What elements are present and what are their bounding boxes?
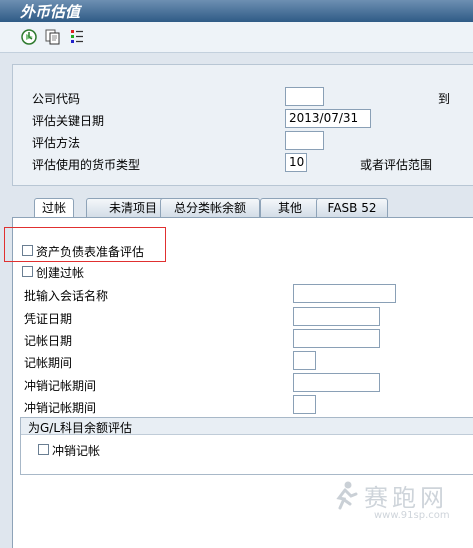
posting-period-input[interactable] (293, 351, 316, 370)
tab-fasb52[interactable]: FASB 52 (316, 198, 388, 217)
watermark: 赛跑网 www.91sp.com (330, 474, 470, 529)
selection-options-icon[interactable] (68, 28, 86, 46)
reversal-posting-period-label: 冲销记帐期间 (24, 401, 97, 415)
tab-posting[interactable]: 过帐 (34, 198, 74, 218)
batch-session-input[interactable] (293, 284, 396, 303)
tab-other[interactable]: 其他 (260, 198, 320, 217)
balance-sheet-prep-checkbox[interactable] (22, 245, 33, 256)
document-date-input[interactable] (293, 307, 380, 326)
batch-session-label: 批输入会话名称 (24, 289, 109, 303)
create-posting-checkbox[interactable] (22, 266, 33, 277)
document-date-label: 凭证日期 (24, 312, 73, 326)
create-posting-label: 创建过帐 (36, 266, 85, 280)
reversal-posting-label: 冲销记帐 (52, 444, 101, 458)
posting-date-label: 记帐日期 (24, 334, 73, 348)
company-code-label: 公司代码 (32, 92, 81, 106)
currency-type-input[interactable]: 10 (285, 153, 307, 172)
window-title: 外币估值 (20, 3, 81, 21)
copy-pages-icon[interactable] (44, 28, 62, 46)
reversal-posting-checkbox[interactable] (38, 444, 49, 455)
reversal-posting-date-label: 冲销记帐期间 (24, 379, 97, 393)
key-date-input[interactable]: 2013/07/31 (285, 109, 371, 128)
currency-type-label: 评估使用的货币类型 (32, 158, 141, 172)
tab-gl-balances[interactable]: 总分类帐余额 (160, 198, 260, 217)
key-date-label: 评估关键日期 (32, 114, 105, 128)
company-code-input[interactable] (285, 87, 324, 106)
execute-clock-icon[interactable] (20, 28, 38, 46)
posting-period-label: 记帐期间 (24, 356, 73, 370)
gl-group-title: 为G/L科目余额评估 (28, 421, 133, 435)
title-bar: 外币估值 (0, 0, 473, 22)
valuation-method-input[interactable] (285, 131, 324, 150)
reversal-posting-period-input[interactable] (293, 395, 316, 414)
application-toolbar (0, 22, 473, 53)
company-code-to-label: 到 (438, 92, 451, 106)
reversal-posting-date-input[interactable] (293, 373, 380, 392)
watermark-text: 赛跑网 (364, 484, 448, 512)
valuation-method-label: 评估方法 (32, 136, 81, 150)
posting-date-input[interactable] (293, 329, 380, 348)
watermark-url: www.91sp.com (374, 510, 450, 521)
valuation-area-label: 或者评估范围 (360, 158, 433, 172)
balance-sheet-prep-label: 资产负债表准备评估 (36, 245, 145, 259)
runner-logo-icon (336, 481, 358, 510)
